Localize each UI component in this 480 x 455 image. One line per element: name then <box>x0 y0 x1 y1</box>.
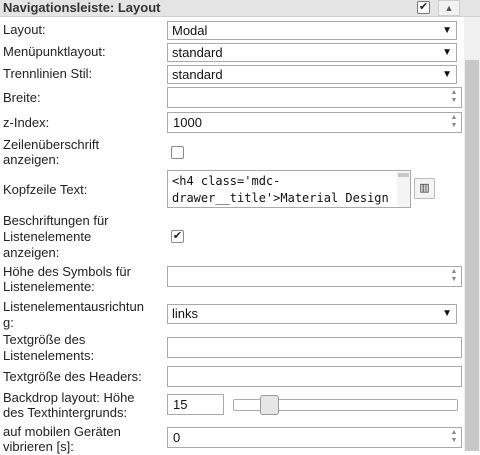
width-label: Breite: <box>3 90 41 105</box>
header-font-size-label: Textgröße des Headers: <box>3 369 142 384</box>
backdrop-height-label-line2: des Texthintergrunds: <box>3 405 128 420</box>
show-item-labels-line1: Beschriftungen für <box>3 213 109 228</box>
open-editor-icon[interactable]: ▥ <box>414 178 435 199</box>
menu-item-layout-select[interactable]: standard ▼ <box>167 43 457 62</box>
show-item-labels-checkbox[interactable]: ✔ <box>171 230 184 243</box>
textarea-scrollbar-thumb[interactable] <box>398 173 409 177</box>
separator-style-select[interactable]: standard ▼ <box>167 65 457 84</box>
icon-height-input[interactable]: ▲ ▼ <box>167 266 462 287</box>
item-alignment-label-line2: g: <box>3 315 14 330</box>
row-heading-checkbox[interactable] <box>171 146 184 159</box>
icon-height-label-line1: Höhe des Symbols für <box>3 264 131 279</box>
row-heading-label-line2: anzeigen: <box>3 152 60 167</box>
chevron-down-icon: ▼ <box>442 25 452 36</box>
panel-enable-checkbox[interactable]: ✔ <box>417 1 430 14</box>
backdrop-height-input-value: 15 <box>173 397 188 412</box>
icon-height-label-line2: Listenelemente: <box>3 279 95 294</box>
vibrate-mobile-input-value: 0 <box>173 430 181 445</box>
row-heading-label-line1: Zeilenüberschrift <box>3 137 100 152</box>
show-item-labels-line3: anzeigen: <box>3 245 60 260</box>
chevron-down-icon: ▼ <box>442 69 452 80</box>
chevron-down-icon: ▼ <box>442 47 452 58</box>
vibrate-mobile-label-line1: auf mobilen Geräten <box>3 424 121 439</box>
navigation-bar-layout-panel: Navigationsleiste: Layout ✔ ▲ Layout: Mo… <box>0 0 480 454</box>
spinner-icon[interactable]: ▲ ▼ <box>448 114 460 131</box>
show-item-labels-line2: Listenelemente <box>3 229 92 244</box>
panel-title: Navigationsleiste: Layout <box>3 0 161 15</box>
backdrop-height-slider-handle[interactable] <box>260 395 279 415</box>
z-index-label: z-Index: <box>3 115 50 130</box>
chevron-down-icon: ▼ <box>442 308 452 319</box>
item-alignment-value: links <box>172 306 199 321</box>
vibrate-mobile-label-line2: vibrieren [s]: <box>3 439 74 454</box>
z-index-input-value: 1000 <box>173 115 202 130</box>
menu-item-layout-value: standard <box>172 45 223 60</box>
item-font-size-input[interactable] <box>167 337 462 358</box>
backdrop-height-label-line1: Backdrop layout: Höhe <box>3 390 135 405</box>
spinner-icon[interactable]: ▲ ▼ <box>448 268 460 285</box>
panel-scrollbar-thumb[interactable] <box>465 60 479 451</box>
z-index-input[interactable]: 1000 ▲ ▼ <box>167 112 462 133</box>
width-input[interactable]: ▲ ▼ <box>167 87 462 108</box>
vibrate-mobile-input[interactable]: 0 ▲ ▼ <box>167 427 462 448</box>
header-text-label: Kopfzeile Text: <box>3 182 88 197</box>
menu-item-layout-label: Menüpunktlayout: <box>3 44 106 59</box>
header-font-size-input[interactable] <box>167 366 462 387</box>
item-font-size-label-line2: Listenelements: <box>3 348 95 363</box>
backdrop-height-input[interactable]: 15 <box>167 394 224 415</box>
item-alignment-label-line1: Listenelementausrichtun <box>3 299 144 314</box>
collapse-up-icon[interactable]: ▲ <box>438 0 460 16</box>
header-text-textarea[interactable]: <h4 class='mdc- drawer__title'>Material … <box>167 170 411 208</box>
panel-header: Navigationsleiste: Layout ✔ ▲ <box>0 0 480 17</box>
item-font-size-label-line1: Textgröße des <box>3 332 86 347</box>
layout-select-value: Modal <box>172 23 208 38</box>
separator-style-label: Trennlinien Stil: <box>3 66 93 81</box>
item-alignment-select[interactable]: links ▼ <box>167 304 457 324</box>
layout-label: Layout: <box>3 22 46 37</box>
spinner-icon[interactable]: ▲ ▼ <box>448 429 460 446</box>
separator-style-value: standard <box>172 67 223 82</box>
spinner-icon[interactable]: ▲ ▼ <box>448 89 460 106</box>
layout-select[interactable]: Modal ▼ <box>167 21 457 40</box>
